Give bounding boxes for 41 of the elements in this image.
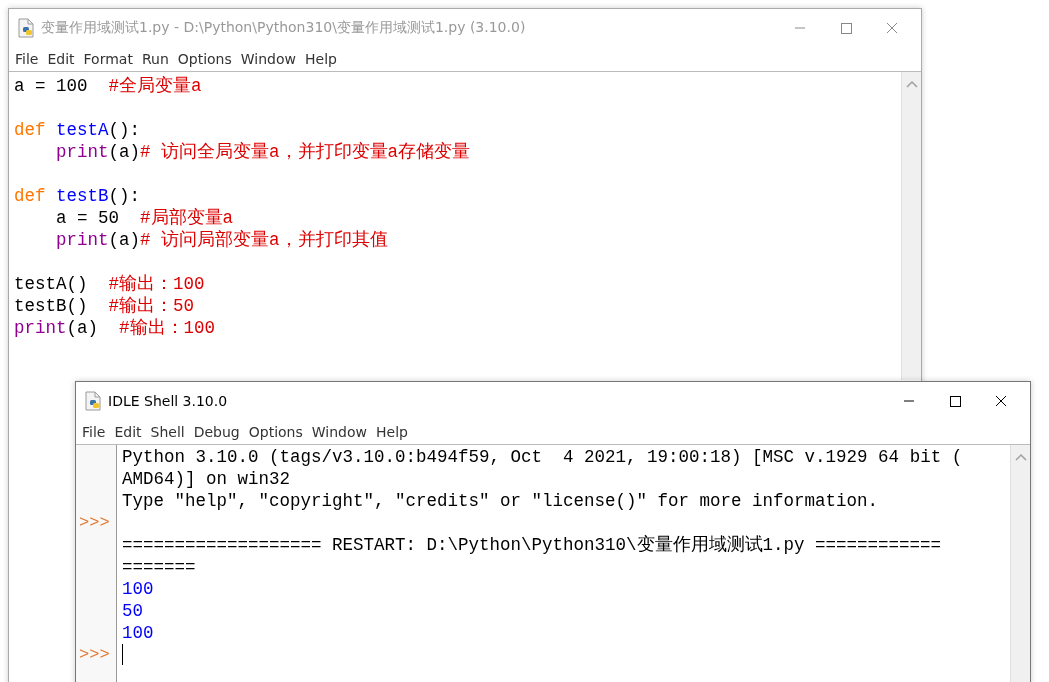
window-title: 变量作用域测试1.py - D:\Python\Python310\变量作用域测试1.py (3.10.0) xyxy=(41,19,527,37)
menu-item[interactable]: Window xyxy=(309,424,374,440)
output-line: ======= xyxy=(122,557,196,577)
code-line: def testB(): xyxy=(14,185,142,207)
menu-item[interactable]: Edit xyxy=(112,424,149,440)
code-line: print(a) #输出：100 xyxy=(14,317,217,339)
scroll-up-icon[interactable] xyxy=(1014,453,1027,461)
menu-item[interactable]: File xyxy=(13,51,46,67)
prompt-marker: >>> xyxy=(78,513,110,532)
code-line: print(a)# 访问全局变量a，并打印变量a存储变量 xyxy=(55,141,472,163)
output-line: 100 xyxy=(122,579,154,599)
output-line: AMD64)] on win32 xyxy=(122,469,291,489)
menu-item[interactable]: Help xyxy=(303,51,344,67)
menu-item[interactable]: Help xyxy=(374,424,415,440)
code-line: a = 50 #局部变量a xyxy=(55,207,235,229)
menu-item[interactable]: Window xyxy=(238,51,303,67)
menu-item[interactable]: Edit xyxy=(45,51,82,67)
menu-item[interactable]: Format xyxy=(81,51,140,67)
menu-item[interactable]: Shell xyxy=(148,424,192,440)
output-line: 100 xyxy=(122,623,154,643)
code-line: print(a)# 访问局部变量a，并打印其值 xyxy=(55,229,389,251)
menu-item[interactable]: Options xyxy=(246,424,310,440)
scrollbar[interactable] xyxy=(1010,445,1030,682)
code-line: testA() #输出：100 xyxy=(14,273,206,295)
prompt-marker: >>> xyxy=(78,645,110,664)
file-icon xyxy=(17,18,35,38)
menu-item[interactable]: Debug xyxy=(191,424,247,440)
code-line: testB() #输出：50 xyxy=(14,295,196,317)
code-line: a = 100 #全局变量a xyxy=(14,75,203,97)
code-line: def testA(): xyxy=(14,119,142,141)
menu-item[interactable]: Options xyxy=(175,51,239,67)
scroll-up-icon[interactable] xyxy=(905,80,918,88)
file-icon xyxy=(84,391,102,411)
menu-item[interactable]: Run xyxy=(139,51,176,67)
menu-item[interactable]: File xyxy=(80,424,113,440)
output-line: Type "help", "copyright", "credits" or "license()" for more information. xyxy=(122,491,879,511)
output-line: =================== RESTART: D:\Python\Python310\变量作用域测试1.py ============ xyxy=(122,535,942,555)
output-line: Python 3.10.0 (tags/v3.10.0:b494f59, Oct 4 2021, 19:00:18) [MSC v.1929 64 bit ( xyxy=(122,447,963,467)
window-title: IDLE Shell 3.10.0 xyxy=(108,393,229,409)
output-line: 50 xyxy=(122,601,143,621)
scrollbar[interactable] xyxy=(901,72,921,380)
